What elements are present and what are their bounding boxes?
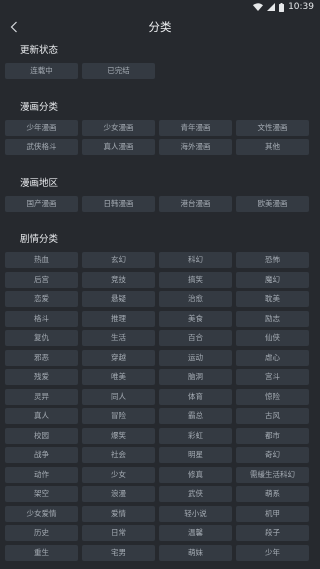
tag-chip-plot[interactable]: 需緩生活科幻 <box>236 466 309 483</box>
tag-chip-category[interactable]: 少女漫画 <box>82 119 155 136</box>
tag-chip-plot[interactable]: 爱情 <box>82 505 155 522</box>
tag-chip-plot[interactable]: 社会 <box>82 447 155 463</box>
tag-chip-plot[interactable]: 残爱 <box>5 369 78 385</box>
category-grid: 少年漫画 少女漫画 青年漫画 文性漫画武侠格斗 真人漫画 海外漫画 其他 <box>5 119 315 159</box>
tag-chip-region[interactable]: 欧美漫画 <box>236 195 309 212</box>
tag-chip-plot[interactable]: 百合 <box>159 330 232 346</box>
tag-chip-plot[interactable]: 治愈 <box>159 291 232 307</box>
tag-chip-status[interactable]: 连载中 <box>5 63 78 79</box>
tag-chip-plot[interactable]: 灵异 <box>5 388 78 405</box>
tag-chip-plot[interactable]: 格斗 <box>5 310 78 327</box>
tag-chip-plot[interactable]: 脑洞 <box>159 369 232 385</box>
tag-chip-plot[interactable]: 复仇 <box>5 330 78 346</box>
tag-chip-plot[interactable]: 浪漫 <box>82 486 155 502</box>
tag-chip-plot[interactable]: 推理 <box>82 310 155 327</box>
tag-chip-region[interactable]: 日韩漫画 <box>82 195 155 212</box>
status-grid: 连载中 已完结 <box>5 63 315 83</box>
tag-chip-plot[interactable]: 玄幻 <box>82 252 155 268</box>
tag-chip-category[interactable]: 文性漫画 <box>236 119 309 136</box>
tag-chip-plot[interactable]: 萌妹 <box>159 544 232 561</box>
tag-chip-plot[interactable]: 校园 <box>5 427 78 444</box>
tag-chip-plot[interactable]: 架空 <box>5 486 78 502</box>
wifi-icon <box>253 3 264 11</box>
tag-chip-category[interactable]: 真人漫画 <box>82 139 155 155</box>
tag-chip-plot[interactable]: 动作 <box>5 466 78 483</box>
tag-chip-plot[interactable]: 恐怖 <box>236 252 309 268</box>
plot-grid: 热血 玄幻 科幻 恐怖后宫 竞技 搞笑 魔幻恋爱 悬疑 治愈 耽美格斗 推理 美食 励志复仇 生活 百合 仙侠… <box>5 252 315 564</box>
tag-chip-plot[interactable]: 虐心 <box>236 349 309 366</box>
tag-chip-plot[interactable]: 修真 <box>159 466 232 483</box>
tag-chip-plot[interactable]: 武侠 <box>159 486 232 502</box>
tag-chip-plot[interactable]: 竞技 <box>82 271 155 288</box>
battery-icon <box>279 2 285 12</box>
tag-chip-status[interactable]: 已完结 <box>82 63 155 79</box>
tag-chip-plot[interactable]: 战争 <box>5 447 78 463</box>
tag-chip-plot[interactable]: 都市 <box>236 427 309 444</box>
tag-chip-plot[interactable]: 悬疑 <box>82 291 155 307</box>
tag-chip-plot[interactable]: 生活 <box>82 330 155 346</box>
tag-chip-plot[interactable]: 搞笑 <box>159 271 232 288</box>
tag-chip-plot[interactable]: 古风 <box>236 408 309 424</box>
section-title-status: 更新状态 <box>20 45 59 56</box>
tag-chip-plot[interactable]: 穿越 <box>82 349 155 366</box>
tag-chip-plot[interactable]: 仙侠 <box>236 330 309 346</box>
tag-chip-plot[interactable]: 唯美 <box>82 369 155 385</box>
tag-chip-plot[interactable]: 明星 <box>159 447 232 463</box>
tag-chip-category[interactable]: 其他 <box>236 139 309 155</box>
tag-chip-plot[interactable]: 美食 <box>159 310 232 327</box>
status-time: 10:39 <box>288 2 314 12</box>
page-title: 分类 <box>148 20 172 34</box>
tag-chip-plot[interactable]: 耽美 <box>236 291 309 307</box>
tag-chip-plot[interactable]: 后宫 <box>5 271 78 288</box>
tag-chip-plot[interactable]: 机甲 <box>236 505 309 522</box>
tag-chip-plot[interactable]: 真人 <box>5 408 78 424</box>
tag-chip-plot[interactable]: 霸总 <box>159 408 232 424</box>
tag-chip-category[interactable]: 青年漫画 <box>159 119 232 136</box>
tag-chip-plot[interactable]: 温馨 <box>159 525 232 541</box>
tag-chip-plot[interactable]: 科幻 <box>159 252 232 268</box>
back-button[interactable] <box>4 17 24 37</box>
tag-chip-region[interactable]: 国产漫画 <box>5 195 78 212</box>
chevron-left-icon <box>10 21 17 33</box>
tag-chip-category[interactable]: 武侠格斗 <box>5 139 78 155</box>
tag-chip-plot[interactable]: 冒险 <box>82 408 155 424</box>
section-title-category: 漫画分类 <box>20 101 59 113</box>
tag-chip-plot[interactable]: 爆笑 <box>82 427 155 444</box>
tag-chip-plot[interactable]: 历史 <box>5 525 78 541</box>
tag-chip-plot[interactable]: 热血 <box>5 252 78 268</box>
tag-chip-plot[interactable]: 萌系 <box>236 486 309 502</box>
tag-chip-plot[interactable]: 宫斗 <box>236 369 309 385</box>
tag-chip-plot[interactable]: 体育 <box>159 388 232 405</box>
tag-chip-plot[interactable]: 同人 <box>82 388 155 405</box>
tag-chip-plot[interactable]: 奇幻 <box>236 447 309 463</box>
tag-chip-plot[interactable]: 重生 <box>5 544 78 561</box>
tag-chip-plot[interactable]: 励志 <box>236 310 309 327</box>
tag-chip-plot[interactable]: 彩虹 <box>159 427 232 444</box>
tag-chip-plot[interactable]: 少女 <box>82 466 155 483</box>
signal-icon <box>267 3 276 11</box>
section-title-plot: 剧情分类 <box>20 234 59 245</box>
tag-chip-category[interactable]: 海外漫画 <box>159 139 232 155</box>
tag-chip-plot[interactable]: 魔幻 <box>236 271 309 288</box>
tag-chip-plot[interactable]: 邪恶 <box>5 349 78 366</box>
tag-chip-plot[interactable]: 运动 <box>159 349 232 366</box>
tag-chip-plot[interactable]: 宅男 <box>82 544 155 561</box>
tag-chip-plot[interactable]: 少年 <box>236 544 309 561</box>
navigation-bar: 分类 <box>0 14 320 40</box>
section-title-region: 漫画地区 <box>20 177 59 189</box>
tag-chip-plot[interactable]: 恋爱 <box>5 291 78 307</box>
tag-chip-plot[interactable]: 轻小说 <box>159 505 232 522</box>
tag-chip-region[interactable]: 港台漫画 <box>159 195 232 212</box>
region-grid: 国产漫画 日韩漫画 港台漫画 欧美漫画 <box>5 195 315 216</box>
tag-chip-plot[interactable]: 日常 <box>82 525 155 541</box>
tag-chip-plot[interactable]: 段子 <box>236 525 309 541</box>
tag-chip-plot[interactable]: 少女爱情 <box>5 505 78 522</box>
tag-chip-plot[interactable]: 惊险 <box>236 388 309 405</box>
category-content: 更新状态 连载中 已完结 漫画分类 少年漫画 少女漫画 青年漫画 文性漫画 武侠格斗 真人漫… <box>0 40 320 564</box>
status-bar: 10:39 <box>0 0 320 14</box>
tag-chip-category[interactable]: 少年漫画 <box>5 119 78 136</box>
